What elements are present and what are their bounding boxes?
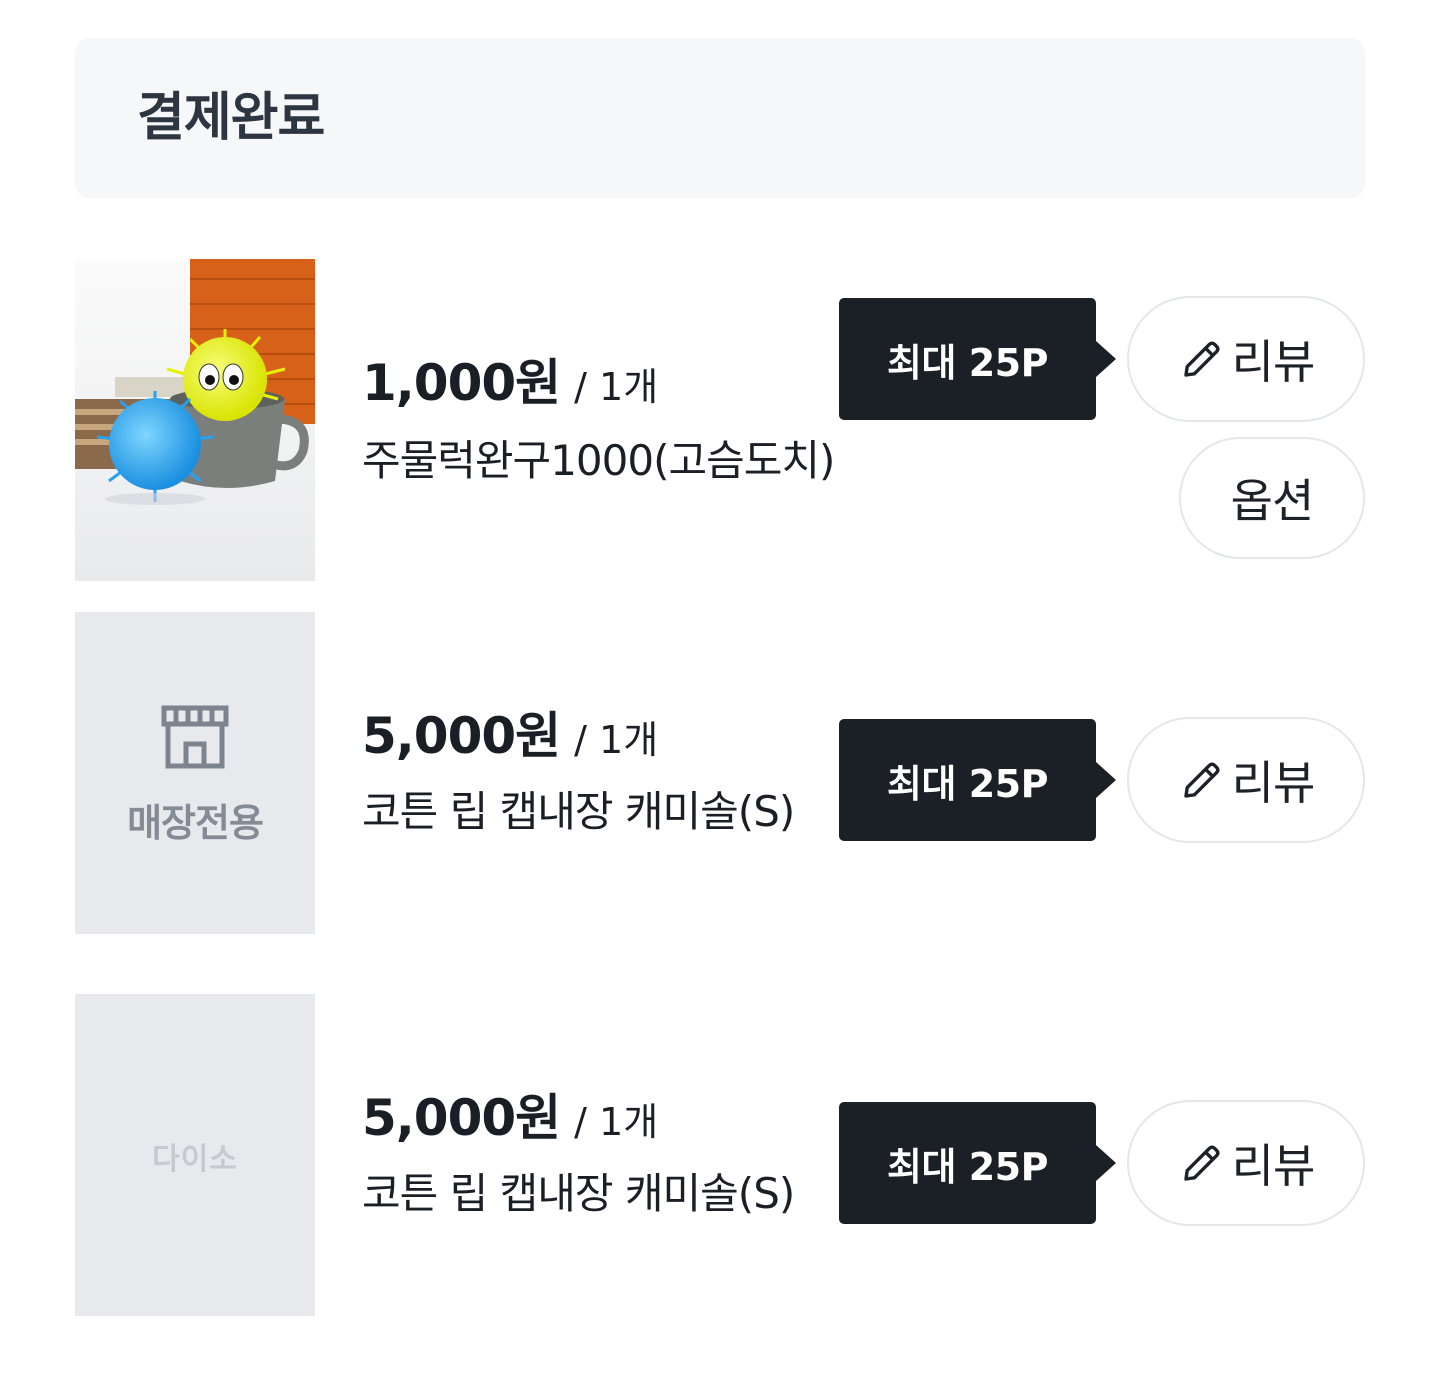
pencil-icon — [1183, 762, 1220, 798]
review-button-label: 리뷰 — [1231, 756, 1316, 810]
item-quantity: / 1개 — [574, 1100, 659, 1144]
store-only-label: 매장전용 — [127, 801, 264, 845]
review-button-label: 리뷰 — [1231, 335, 1316, 389]
order-status-header: 결제완료 — [75, 38, 1365, 198]
order-item: 1,000원 / 1개 주물럭완구1000(고슴도치) 최대 25P 리뷰 옵션 — [75, 259, 1365, 581]
order-status-title: 결제완료 — [137, 88, 325, 148]
points-tooltip: 최대 25P — [839, 719, 1116, 841]
product-thumbnail[interactable] — [75, 259, 315, 581]
price-line: 1,000원 / 1개 — [362, 353, 658, 425]
product-name[interactable]: 코튼 립 캡내장 캐미솔(S) — [362, 784, 795, 840]
points-tooltip: 최대 25P — [839, 298, 1116, 420]
item-price: 5,000원 — [362, 707, 561, 765]
review-button-label: 리뷰 — [1231, 1139, 1316, 1193]
product-photo — [75, 259, 315, 581]
item-quantity: / 1개 — [574, 365, 659, 409]
product-name[interactable]: 코튼 립 캡내장 캐미솔(S) — [362, 1166, 795, 1222]
product-thumbnail[interactable]: 매장전용 — [75, 612, 315, 934]
order-item: 매장전용 5,000원 / 1개 코튼 립 캡내장 캐미솔(S) 최대 25P 리… — [75, 612, 1365, 934]
item-price: 1,000원 — [362, 354, 561, 412]
item-price: 5,000원 — [362, 1089, 561, 1147]
points-tooltip: 최대 25P — [839, 1102, 1116, 1224]
pencil-icon — [1183, 1145, 1220, 1181]
item-quantity: / 1개 — [574, 718, 659, 762]
order-item: 다이소 5,000원 / 1개 코튼 립 캡내장 캐미솔(S) 최대 25P 리뷰 — [75, 994, 1365, 1316]
review-button[interactable]: 리뷰 — [1127, 296, 1365, 422]
review-button[interactable]: 리뷰 — [1127, 717, 1365, 843]
price-line: 5,000원 / 1개 — [362, 1088, 658, 1160]
product-name[interactable]: 주물럭완구1000(고슴도치) — [362, 433, 835, 489]
store-only-placeholder: 매장전용 — [75, 612, 315, 934]
review-button[interactable]: 리뷰 — [1127, 1100, 1365, 1226]
pencil-icon — [1183, 341, 1220, 377]
brand-placeholder-label: 다이소 — [152, 1142, 238, 1177]
option-button[interactable]: 옵션 — [1179, 437, 1365, 559]
option-button-label: 옵션 — [1230, 474, 1315, 528]
store-icon — [161, 705, 229, 769]
price-line: 5,000원 / 1개 — [362, 706, 658, 778]
product-thumbnail[interactable]: 다이소 — [75, 994, 315, 1316]
